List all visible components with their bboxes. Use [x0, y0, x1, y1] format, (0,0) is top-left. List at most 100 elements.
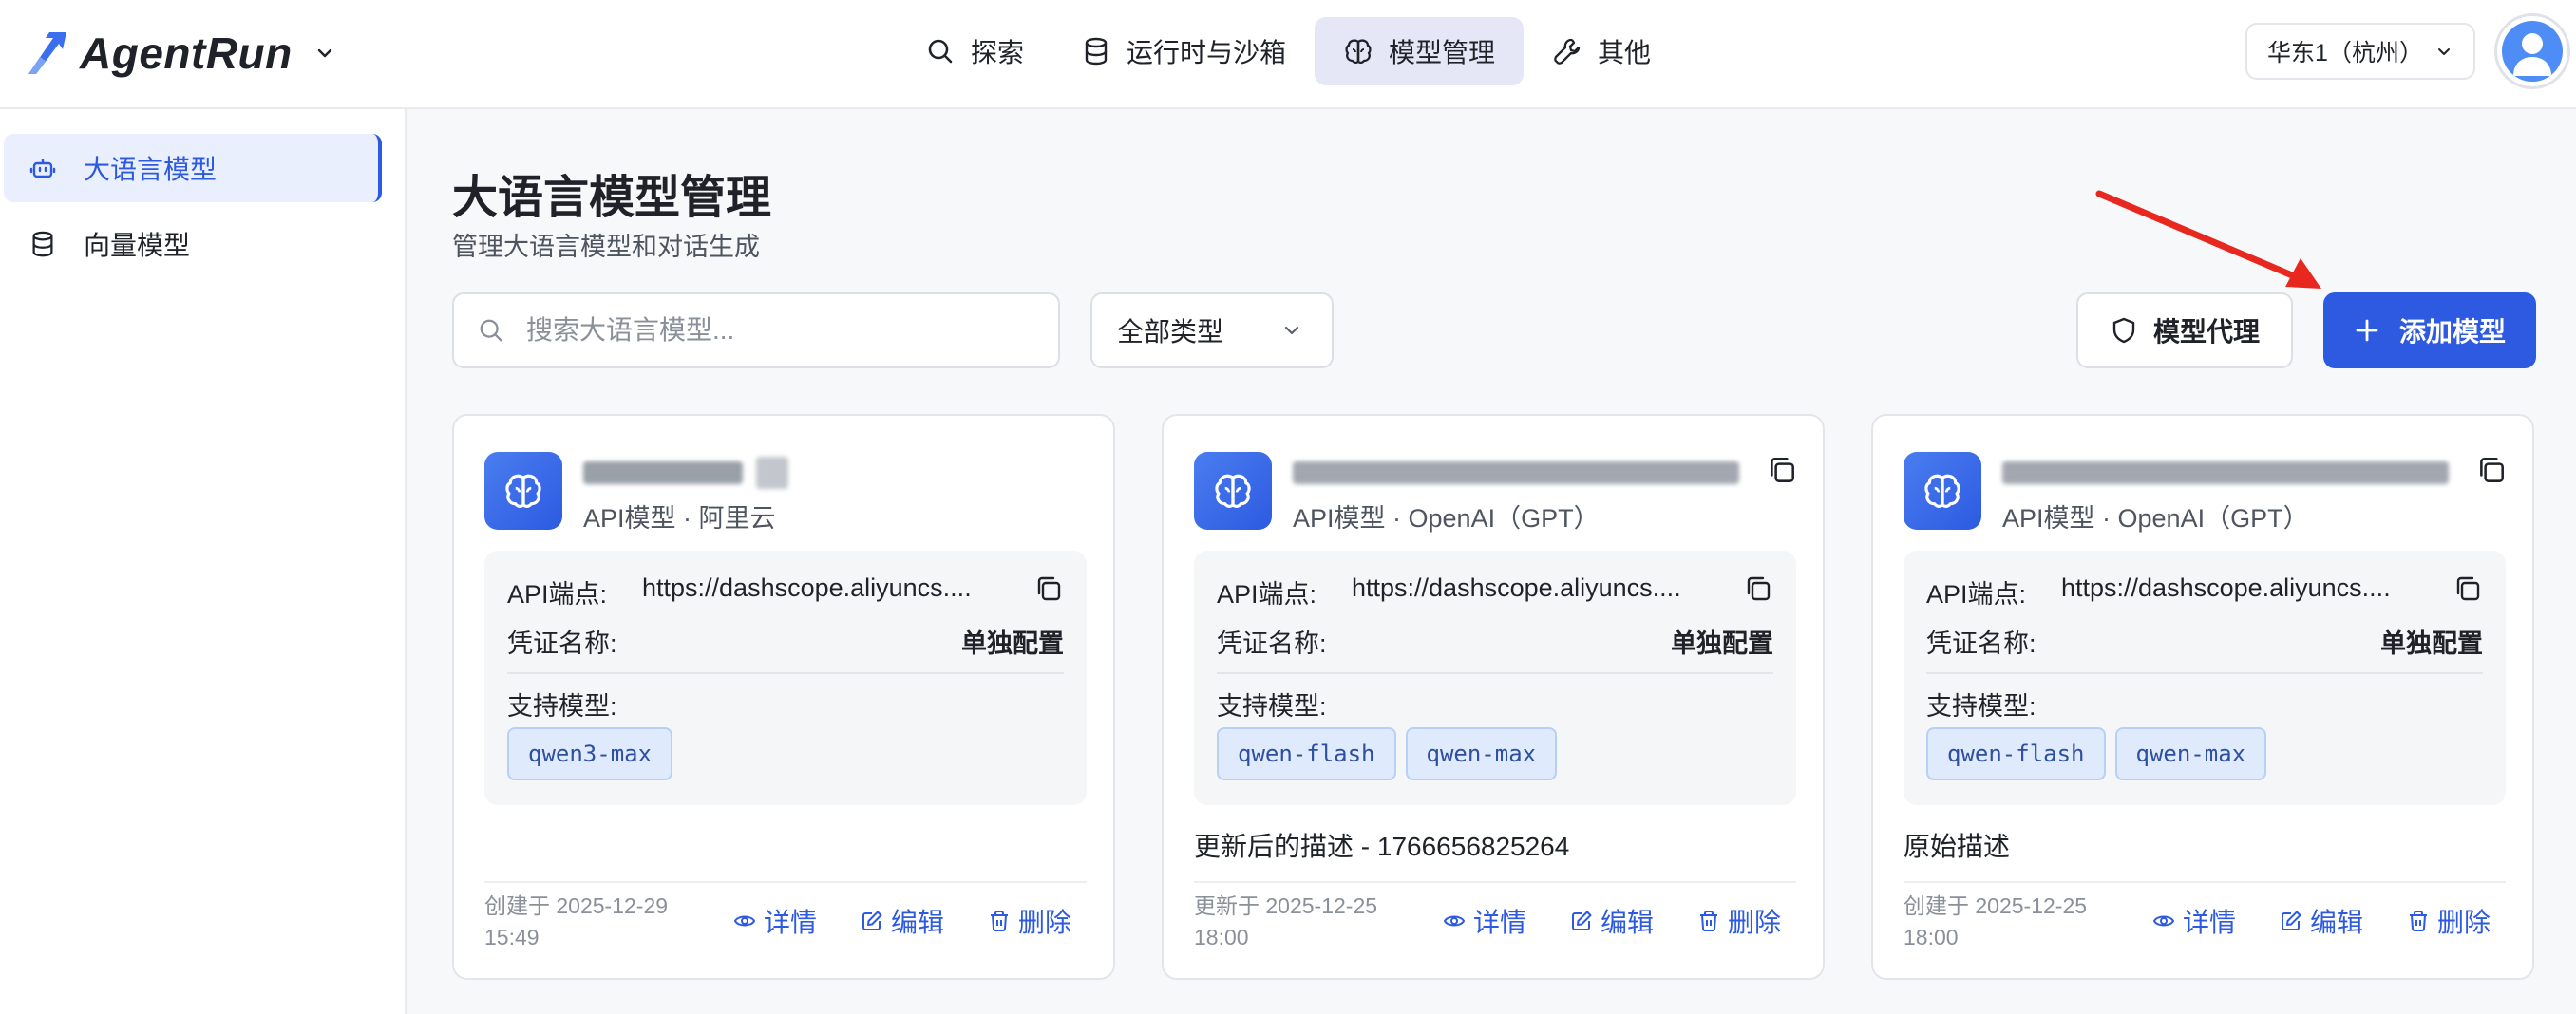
trash-icon	[990, 911, 1008, 931]
copy-icon[interactable]	[2453, 573, 2483, 604]
edit-label: 编辑	[1600, 908, 1654, 937]
model-tag: qwen-flash	[1217, 727, 1396, 780]
model-tags: qwen3-max	[507, 727, 673, 780]
endpoint-url: https://dashscope.aliyuncs....	[1352, 573, 1681, 602]
top-bar: AgentRun 探索 运行时与沙箱 模型管理 其他 华东1（杭州）	[0, 0, 2576, 109]
sidebar-item-label: 大语言模型	[84, 155, 218, 184]
delete-button[interactable]: 删除	[2407, 902, 2491, 940]
delete-label: 删除	[1727, 908, 1781, 937]
annotation-arrow-icon	[2095, 190, 2321, 289]
details-button[interactable]: 详情	[2152, 902, 2236, 940]
model-description: 原始描述	[1904, 832, 2011, 861]
endpoint-url: https://dashscope.aliyuncs....	[2061, 573, 2391, 602]
chevron-down-icon	[1284, 326, 1299, 335]
type-filter-select[interactable]: 全部类型	[1090, 292, 1334, 368]
divider	[1904, 881, 2506, 883]
edit-button[interactable]: 编辑	[1570, 902, 1654, 940]
endpoint-label: API端点:	[507, 580, 608, 609]
trash-icon	[2409, 911, 2427, 931]
blurred-text	[756, 457, 788, 489]
details-label: 详情	[763, 908, 817, 937]
nav-item-explore[interactable]: 探索	[897, 17, 1052, 85]
edit-button[interactable]: 编辑	[2280, 902, 2363, 940]
type-filter-value: 全部类型	[1117, 317, 1224, 347]
card-actions: 详情 编辑 删除	[2152, 902, 2491, 940]
bot-icon	[29, 159, 56, 178]
delete-button[interactable]: 删除	[1697, 902, 1781, 940]
model-card: API模型 · 阿里云 API端点: https://dashscope.ali…	[452, 414, 1115, 980]
copy-icon[interactable]	[1743, 573, 1773, 604]
edit-button[interactable]: 编辑	[861, 902, 944, 940]
nav-item-model-management[interactable]: 模型管理	[1315, 17, 1525, 85]
credential-value: 单独配置	[961, 629, 1064, 658]
model-proxy-button[interactable]: 模型代理	[2076, 292, 2293, 368]
nav-item-label: 运行时与沙箱	[1127, 38, 1287, 67]
nav-item-other[interactable]: 其他	[1524, 17, 1679, 85]
eye-icon	[2152, 915, 2175, 927]
database-icon	[32, 231, 53, 257]
credential-label: 凭证名称:	[1926, 629, 2036, 658]
model-info-box: API端点: https://dashscope.aliyuncs.... 凭证…	[1904, 551, 2506, 805]
model-info-box: API端点: https://dashscope.aliyuncs.... 凭证…	[1194, 551, 1796, 805]
brain-icon	[484, 452, 562, 530]
model-card: API模型 · OpenAI（GPT） API端点: https://dashs…	[1871, 414, 2534, 980]
sidebar-item-label: 向量模型	[84, 231, 191, 260]
divider	[1217, 672, 1773, 674]
brain-icon	[1904, 452, 1981, 530]
sidebar: 大语言模型 向量模型	[0, 109, 407, 1014]
nav-item-label: 其他	[1598, 38, 1652, 67]
trash-icon	[1699, 911, 1717, 931]
search-box[interactable]	[452, 292, 1060, 368]
model-tags: qwen-flash qwen-max	[1926, 727, 2267, 780]
endpoint-label: API端点:	[1926, 580, 2027, 609]
add-model-button[interactable]: 添加模型	[2323, 292, 2536, 368]
supported-models-label: 支持模型:	[1217, 692, 1327, 721]
main-nav: 探索 运行时与沙箱 模型管理 其他	[897, 17, 1679, 85]
model-timestamp: 创建于 2025-12-29 15:49	[484, 893, 669, 949]
supported-models-label: 支持模型:	[507, 692, 617, 721]
chevron-down-icon	[2437, 48, 2450, 55]
copy-icon[interactable]	[2475, 454, 2508, 486]
endpoint-label: API端点:	[1217, 580, 1317, 609]
model-proxy-label: 模型代理	[2152, 317, 2260, 347]
supported-models-label: 支持模型:	[1926, 692, 2036, 721]
details-label: 详情	[2182, 908, 2236, 937]
wrench-icon	[1554, 38, 1581, 65]
region-label: 华东1（杭州）	[2267, 40, 2423, 66]
credential-value: 单独配置	[1671, 629, 1773, 658]
search-icon	[928, 39, 953, 64]
sidebar-item-embedding[interactable]: 向量模型	[4, 210, 382, 278]
model-type: API模型 · OpenAI（GPT）	[1293, 504, 1600, 533]
blurred-text	[1293, 461, 1739, 484]
sidebar-item-llm[interactable]: 大语言模型	[4, 134, 382, 202]
brain-icon	[1194, 452, 1272, 530]
copy-icon[interactable]	[1033, 573, 1064, 604]
blurred-text	[583, 461, 743, 484]
region-selector[interactable]: 华东1（杭州）	[2245, 23, 2475, 80]
details-button[interactable]: 详情	[733, 902, 817, 940]
page-subtitle: 管理大语言模型和对话生成	[452, 233, 760, 261]
divider	[1926, 672, 2483, 674]
model-description: 更新后的描述 - 1766656825264	[1194, 832, 1570, 861]
plus-icon	[2356, 319, 2378, 342]
search-input[interactable]	[526, 315, 1039, 346]
delete-button[interactable]: 删除	[988, 902, 1071, 940]
nav-item-label: 探索	[971, 38, 1025, 67]
blurred-text	[2002, 461, 2449, 484]
details-button[interactable]: 详情	[1443, 902, 1526, 940]
model-type: API模型 · 阿里云	[583, 504, 776, 533]
model-tag: qwen3-max	[507, 727, 673, 780]
model-timestamp: 更新于 2025-12-25 18:00	[1194, 893, 1378, 949]
card-actions: 详情 编辑 删除	[733, 902, 1071, 940]
nav-item-label: 模型管理	[1389, 38, 1496, 67]
app-logo[interactable]: AgentRun	[25, 25, 336, 82]
nav-item-runtime-sandbox[interactable]: 运行时与沙箱	[1052, 17, 1315, 85]
edit-icon	[862, 911, 882, 930]
add-model-label: 添加模型	[2398, 317, 2506, 347]
user-avatar[interactable]	[2494, 13, 2570, 89]
model-timestamp: 创建于 2025-12-25 18:00	[1904, 893, 2088, 949]
edit-icon	[1571, 911, 1592, 930]
chevron-down-icon[interactable]	[313, 42, 336, 65]
copy-icon[interactable]	[1766, 454, 1798, 486]
model-info-box: API端点: https://dashscope.aliyuncs.... 凭证…	[484, 551, 1087, 805]
